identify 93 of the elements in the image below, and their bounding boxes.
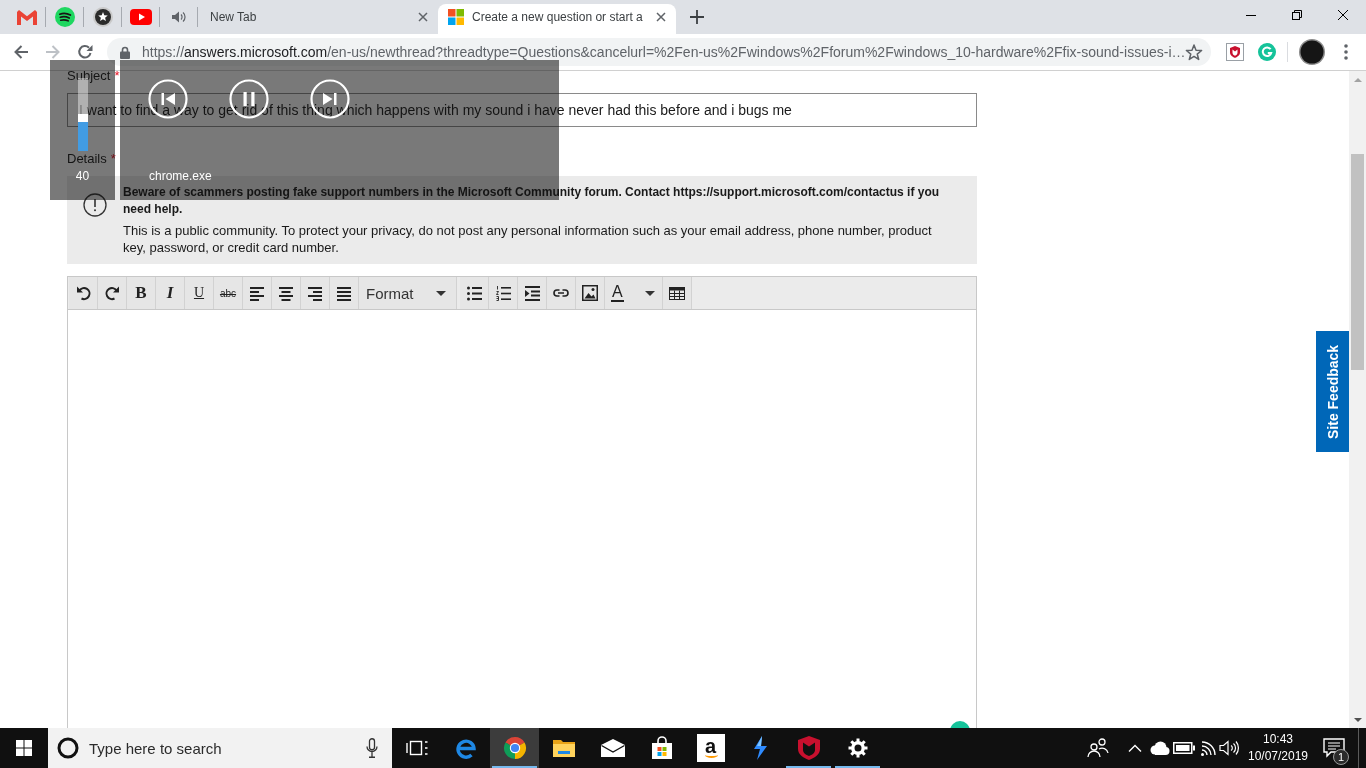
field-label: Subject: [67, 71, 111, 84]
reload-icon[interactable]: [77, 44, 93, 60]
alert-icon: [83, 193, 107, 217]
bullet-list-icon: [466, 285, 482, 301]
close-icon[interactable]: [1338, 10, 1348, 20]
bold-button[interactable]: B: [127, 277, 156, 309]
lock-icon: [120, 45, 130, 59]
chevron-up-icon[interactable]: [1128, 744, 1142, 752]
video-play-icon: [129, 9, 152, 25]
address-bar[interactable]: https://answers.microsoft.com/en-us/newthread?threadtype=Questions&cancelurl=%2Fen-us%2Fwindows%2Fforum%2Fwindows_10-hardware%2Ffix-sound-issues-i…: [107, 38, 1211, 66]
restore-icon[interactable]: [1292, 10, 1302, 20]
link-button[interactable]: [547, 277, 576, 309]
e-logo-icon: [453, 736, 478, 760]
minimize-icon[interactable]: [1246, 14, 1256, 16]
shield-icon: [797, 736, 820, 760]
editor-field[interactable]: [67, 310, 977, 728]
people-icon[interactable]: [1087, 738, 1109, 758]
clock-time[interactable]: 10:43: [1263, 731, 1293, 748]
image-icon: [582, 285, 598, 301]
back-icon[interactable]: [13, 44, 29, 60]
plus-icon[interactable]: [690, 10, 704, 24]
taskbar-button[interactable]: a: [686, 728, 735, 768]
align-center-icon: [279, 285, 293, 301]
scroll-down-icon[interactable]: [1353, 717, 1362, 722]
table-button[interactable]: [663, 277, 692, 309]
app-name: chrome.exe: [149, 169, 213, 183]
lightning-icon: [751, 736, 768, 760]
volume-icon[interactable]: [1219, 740, 1239, 756]
scrollbar-thumb[interactable]: [1351, 154, 1364, 370]
table-icon: [669, 286, 685, 300]
field-label: Details: [67, 152, 107, 166]
align-center-button[interactable]: [272, 277, 301, 309]
numbered-list-icon: [495, 285, 511, 301]
app-logo: a: [696, 734, 725, 762]
required-mark: *: [110, 152, 116, 166]
search-box[interactable]: Type here to search: [48, 728, 392, 768]
volume-thumb[interactable]: [77, 113, 88, 122]
waves-circle-icon: [54, 7, 75, 27]
clock-date[interactable]: 10/07/2019: [1247, 748, 1309, 765]
notification-badge: 1: [1333, 749, 1349, 765]
shopping-bag-icon: [650, 736, 673, 760]
task-view-icon: [405, 739, 428, 757]
undo-button[interactable]: [69, 277, 98, 309]
taskbar-button[interactable]: [490, 728, 539, 768]
link-icon: [553, 289, 569, 297]
volume-reading: 40: [75, 169, 90, 183]
ring-icon: [57, 737, 79, 759]
align-left-button[interactable]: [243, 277, 272, 309]
caret-icon: [436, 290, 446, 296]
privacy-text: This is a public community. To protect your privacy, do not post any personal information such as your email address, phone number, product key, password, or credit card number.: [123, 222, 933, 256]
indent-button[interactable]: [518, 277, 547, 309]
shield-icon[interactable]: [1226, 43, 1244, 61]
format-dropdown[interactable]: Format: [359, 277, 457, 309]
redo-button[interactable]: [98, 277, 127, 309]
microphone-icon[interactable]: [366, 738, 378, 758]
start-icon[interactable]: [16, 740, 32, 756]
search-field[interactable]: Type here to search: [89, 739, 356, 757]
browser-logo-icon: [502, 736, 527, 760]
envelope-icon: [600, 739, 625, 757]
indent-icon: [524, 285, 540, 301]
browser-tab[interactable]: New Tab: [200, 4, 438, 34]
menu-icon[interactable]: [1344, 44, 1348, 60]
italic-button[interactable]: I: [156, 277, 185, 309]
align-left-icon: [250, 285, 264, 301]
underline-button[interactable]: U: [185, 277, 214, 309]
cloud-icon[interactable]: [1150, 741, 1170, 755]
tiles-logo-icon: [448, 9, 464, 25]
wifi-icon[interactable]: [1200, 740, 1216, 756]
image-button[interactable]: [576, 277, 605, 309]
strikethrough-button[interactable]: abc: [214, 277, 243, 309]
scrollbar[interactable]: [1349, 71, 1366, 728]
star-circle-icon: [92, 7, 113, 27]
caret-icon: [645, 290, 655, 296]
star-icon[interactable]: [1185, 43, 1203, 61]
justify-button[interactable]: [330, 277, 359, 309]
numbered-list-button[interactable]: [489, 277, 518, 309]
bullet-list-button[interactable]: [460, 277, 489, 309]
align-right-icon: [308, 285, 322, 301]
folder-icon: [551, 738, 576, 758]
undo-icon: [75, 285, 91, 301]
mail-logo-icon: [16, 9, 37, 25]
avatar-icon[interactable]: [1299, 39, 1325, 65]
settings-icon: [847, 738, 868, 758]
site-feedback-button[interactable]: Site Feedback: [1316, 331, 1349, 452]
redo-icon: [104, 285, 120, 301]
text-color-button[interactable]: A: [605, 277, 663, 309]
speaker-icon: [171, 11, 186, 23]
align-right-button[interactable]: [301, 277, 330, 309]
required-mark: *: [114, 71, 120, 84]
close-icon[interactable]: [656, 12, 666, 22]
battery-icon[interactable]: [1173, 742, 1195, 754]
justify-icon: [337, 285, 351, 301]
browser-tab[interactable]: Create a new question or start a: [438, 4, 676, 34]
